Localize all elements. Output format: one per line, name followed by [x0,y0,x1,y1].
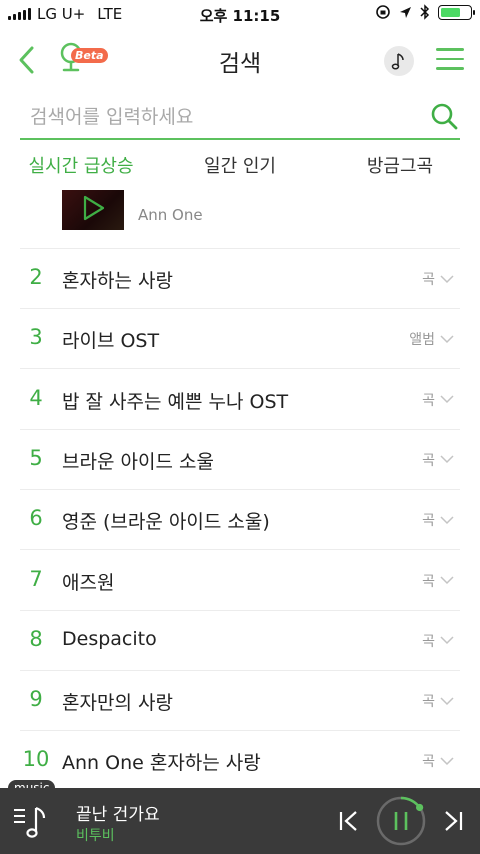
previous-button[interactable] [336,808,362,834]
result-type[interactable]: 곡 [422,450,454,470]
pause-button[interactable] [376,796,426,846]
next-button[interactable] [440,808,466,834]
chevron-down-icon [440,576,454,585]
rank-number: 10 [22,747,50,772]
result-type[interactable]: 곡 [422,269,454,289]
rank-number: 6 [29,506,43,531]
rank-number: 9 [29,687,43,712]
tab-realtime[interactable]: 실시간 급상승 [16,152,146,178]
table-row[interactable]: 3 라이브 OST 앨범 [20,308,460,370]
ranking-tabs: 실시간 급상승 일간 인기 방금그곡 [0,152,480,182]
result-title: 영준 (브라운 아이드 소울) [62,511,270,534]
table-row[interactable]: 7 애즈원 곡 [20,550,460,611]
chevron-down-icon [440,516,454,524]
search-icon [431,103,458,130]
result-type[interactable]: 곡 [422,571,454,591]
result-title: Despacito [62,627,157,650]
result-title: 밥 잘 사주는 예쁜 누나 OST [62,390,289,413]
status-bar: LG U+ LTE 오후 11:15 [0,0,480,28]
play-overlay-icon [83,195,105,221]
table-row[interactable]: 2 혼자하는 사랑 곡 [20,248,460,309]
table-row[interactable]: 4 밥 잘 사주는 예쁜 누나 OST 곡 [20,369,460,430]
back-button[interactable] [14,44,42,76]
mini-player: 끝난 건가요 비투비 [0,788,480,854]
battery-icon [438,4,475,20]
chevron-down-icon [440,274,454,283]
list-item[interactable]: Ann One [20,190,460,249]
result-type-label: 곡 [422,272,435,288]
table-row[interactable]: 6 영준 (브라운 아이드 소울) 곡 [20,489,460,551]
music-note-icon [391,53,404,70]
table-row[interactable]: 8 Despacito 곡 [20,610,460,671]
rank-number: 7 [29,566,43,591]
item-subtitle: Ann One [138,206,203,224]
music-recognition-button[interactable] [384,46,414,76]
result-title: 라이브 OST [62,330,160,353]
bluetooth-icon [420,4,430,20]
result-type-label: 곡 [422,573,435,590]
app-header: Beta 검색 [0,36,480,84]
playlist-icon [14,806,46,838]
result-type-label: 곡 [422,392,435,409]
search-bar [20,96,460,140]
rotation-lock-icon [376,5,390,19]
search-input[interactable] [28,102,412,132]
chevron-down-icon [440,757,454,765]
playlist-button[interactable] [12,802,52,842]
result-type[interactable]: 곡 [422,510,454,530]
pause-icon [376,796,426,846]
result-type-label: 곡 [422,452,435,469]
result-title: 브라운 아이드 소울 [62,450,214,473]
chevron-down-icon [440,636,454,645]
rank-number: 2 [29,265,43,289]
result-type-label: 곡 [422,694,435,711]
result-title: 애즈원 [62,571,115,594]
result-type[interactable]: 곡 [422,691,454,711]
result-type-label: 앨범 [409,332,435,349]
results-list: Ann One 2 혼자하는 사랑 곡 3 라이브 OST 앨범 4 밥 잘 사주는 예쁜 누… [20,190,460,788]
rank-number: 5 [29,445,43,470]
result-type[interactable]: 앨범 [409,329,454,349]
result-title: Ann One 혼자하는 사랑 [62,752,261,775]
next-icon [445,811,463,831]
result-type-label: 곡 [422,754,435,771]
now-playing-title: 끝난 건가요 [76,805,160,825]
location-icon [400,6,411,18]
result-type[interactable]: 곡 [422,390,454,410]
hamburger-menu-button[interactable] [436,48,464,72]
back-chevron-icon [19,46,34,74]
result-title: 혼자만의 사랑 [62,692,173,715]
hamburger-menu-icon [436,48,464,70]
beta-badge: Beta [71,48,108,63]
table-row[interactable]: 5 브라운 아이드 소울 곡 [20,429,460,490]
previous-icon [339,811,357,831]
table-row[interactable]: 10 Ann One 혼자하는 사랑 곡 [20,730,460,788]
chevron-down-icon [440,455,454,464]
result-type-label: 곡 [422,633,435,650]
result-type[interactable]: 곡 [422,631,454,651]
rank-number: 3 [29,325,43,350]
now-playing-artist: 비투비 [76,828,115,844]
rank-number: 4 [29,385,43,410]
album-thumbnail [62,190,124,230]
rank-number: 8 [29,626,43,651]
result-type-label: 곡 [422,513,435,530]
tab-just-now[interactable]: 방금그곡 [340,152,460,178]
result-type[interactable]: 곡 [422,751,454,771]
table-row[interactable]: 9 혼자만의 사랑 곡 [20,670,460,732]
chevron-down-icon [440,395,454,404]
chevron-down-icon [440,697,454,705]
status-right [375,4,475,20]
search-button[interactable] [430,102,458,130]
result-title: 혼자하는 사랑 [62,270,173,292]
chevron-down-icon [440,335,454,343]
tab-daily[interactable]: 일간 인기 [180,152,300,178]
